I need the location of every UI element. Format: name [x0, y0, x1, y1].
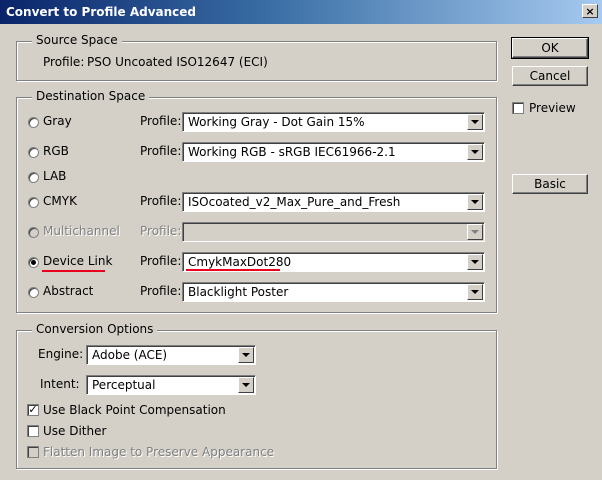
rgb-profile-label: Profile:	[140, 144, 182, 158]
abstract-profile-label: Profile:	[140, 284, 182, 298]
engine-select[interactable]: Adobe (ACE)	[86, 345, 256, 365]
intent-label: Intent:	[40, 377, 80, 391]
rgb-profile-select[interactable]: Working RGB - sRGB IEC61966-2.1	[182, 142, 485, 162]
chevron-down-icon[interactable]	[467, 114, 483, 130]
gray-profile-select[interactable]: Working Gray - Dot Gain 15%	[182, 112, 485, 132]
rgb-profile-value: Working RGB - sRGB IEC61966-2.1	[188, 145, 396, 159]
radio-rgb-label: RGB	[43, 144, 69, 158]
engine-label: Engine:	[38, 347, 84, 361]
device-link-profile-value: CmykMaxDot280	[188, 255, 292, 269]
radio-cmyk[interactable]	[28, 197, 39, 208]
chevron-down-icon[interactable]	[467, 194, 483, 210]
cmyk-profile-select[interactable]: ISOcoated_v2_Max_Pure_and_Fresh	[182, 192, 485, 212]
radio-multichannel	[28, 227, 39, 238]
abstract-profile-value: Blacklight Poster	[188, 285, 289, 299]
preview-checkbox[interactable]	[512, 102, 524, 114]
cancel-button[interactable]: Cancel	[512, 66, 588, 86]
chevron-down-icon[interactable]	[467, 284, 483, 300]
radio-lab-label: LAB	[43, 169, 67, 183]
source-profile-value: PSO Uncoated ISO12647 (ECI)	[87, 55, 268, 69]
close-icon[interactable]: ×	[582, 4, 598, 18]
cmyk-profile-label: Profile:	[140, 194, 182, 208]
black-point-label: Use Black Point Compensation	[43, 403, 226, 417]
device-link-highlight-underline	[42, 270, 105, 272]
source-space-legend: Source Space	[32, 33, 122, 47]
radio-lab[interactable]	[28, 172, 39, 183]
intent-value: Perceptual	[92, 378, 156, 392]
gray-profile-value: Working Gray - Dot Gain 15%	[188, 115, 365, 129]
radio-device-link-label: Device Link	[43, 254, 113, 268]
title-bar: Convert to Profile Advanced ×	[0, 0, 602, 24]
radio-abstract[interactable]	[28, 287, 39, 298]
radio-cmyk-label: CMYK	[43, 194, 77, 208]
flatten-label: Flatten Image to Preserve Appearance	[43, 445, 275, 459]
ok-button[interactable]: OK	[511, 37, 589, 59]
radio-multichannel-label: Multichannel	[43, 224, 120, 238]
chevron-down-icon[interactable]	[238, 377, 254, 393]
window-title: Convert to Profile Advanced	[6, 5, 197, 19]
preview-label: Preview	[529, 101, 576, 115]
chevron-down-icon[interactable]	[238, 347, 254, 363]
chevron-down-icon	[467, 224, 483, 240]
chevron-down-icon[interactable]	[467, 254, 483, 270]
radio-gray[interactable]	[28, 117, 39, 128]
source-profile-label: Profile:	[43, 55, 85, 69]
radio-abstract-label: Abstract	[43, 284, 94, 298]
conversion-options-legend: Conversion Options	[32, 322, 158, 336]
radio-device-link[interactable]	[28, 257, 39, 268]
radio-gray-label: Gray	[43, 114, 72, 128]
gray-profile-label: Profile:	[140, 114, 182, 128]
destination-space-legend: Destination Space	[32, 89, 150, 103]
radio-rgb[interactable]	[28, 147, 39, 158]
abstract-profile-select[interactable]: Blacklight Poster	[182, 282, 485, 302]
device-link-profile-highlight-underline	[186, 269, 280, 271]
dither-label: Use Dither	[43, 424, 107, 438]
engine-value: Adobe (ACE)	[92, 348, 168, 362]
multichannel-profile-select	[182, 222, 485, 242]
intent-select[interactable]: Perceptual	[86, 375, 256, 395]
flatten-checkbox	[27, 446, 39, 458]
basic-button[interactable]: Basic	[512, 174, 588, 194]
chevron-down-icon[interactable]	[467, 144, 483, 160]
cmyk-profile-value: ISOcoated_v2_Max_Pure_and_Fresh	[188, 195, 401, 209]
multichannel-profile-label: Profile:	[140, 224, 182, 238]
dither-checkbox[interactable]	[27, 425, 39, 437]
black-point-checkbox[interactable]: ✓	[27, 404, 39, 416]
device-link-profile-label: Profile:	[140, 254, 182, 268]
